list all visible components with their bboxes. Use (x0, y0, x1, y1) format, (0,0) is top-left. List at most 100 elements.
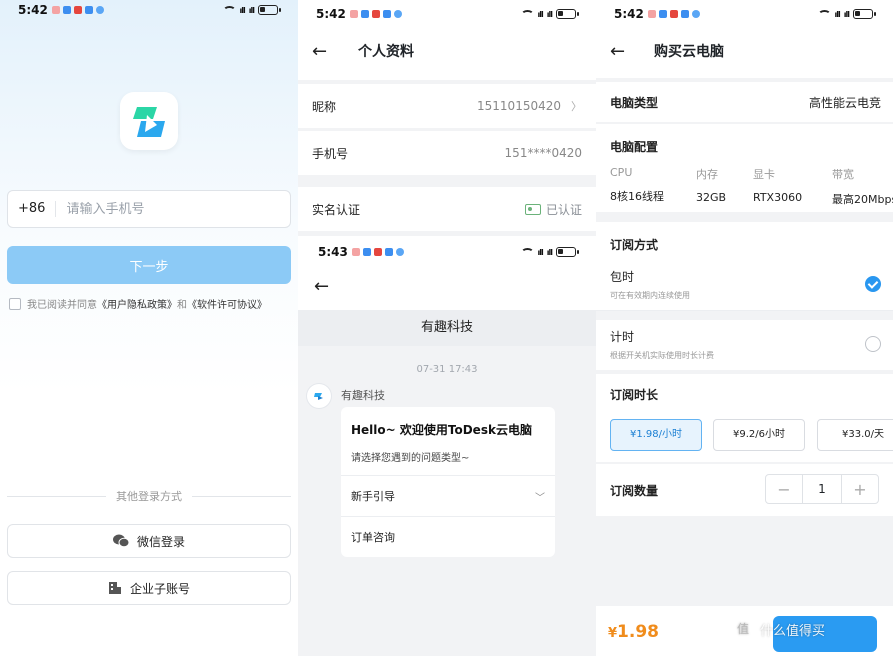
watermark-logo-icon: 值 (732, 618, 754, 640)
wechat-login-label: 微信登录 (136, 534, 185, 549)
license-link[interactable]: 《软件许可协议》 (187, 296, 267, 311)
wifi-icon (520, 9, 534, 19)
spec-cpu: CPU 8核16线程 (610, 166, 664, 204)
battery-icon (258, 5, 281, 15)
watermark: 值 什么值得买 (732, 618, 825, 640)
todesk-avatar-icon (314, 393, 323, 400)
purchase-header: ← 购买云电脑 (596, 38, 893, 64)
country-code-selector[interactable]: +86 (8, 201, 57, 217)
enterprise-login-button[interactable]: 企业子账号 (7, 571, 291, 605)
notification-icons (350, 10, 402, 18)
computer-type-value: 高性能云电竞 (808, 96, 881, 110)
battery-icon (556, 247, 579, 257)
back-arrow-icon[interactable]: ← (610, 41, 625, 62)
plus-button[interactable]: + (842, 480, 878, 499)
spec-value: 最高20Mbps (832, 193, 893, 206)
battery-icon (556, 9, 579, 19)
nickname-value: 15110150420 (477, 99, 561, 113)
status-bar: 5:42 ıll ıll (596, 4, 893, 26)
greeting-text: Hello~ 欢迎使用ToDesk云电脑 (351, 423, 532, 437)
option-label: 订单咨询 (351, 531, 395, 544)
notification-icons (352, 248, 404, 256)
chevron-down-icon: ﹀ (535, 492, 545, 504)
system-icons: ıll ıll (520, 9, 579, 19)
plan-option-hourly[interactable]: ¥1.98/小时 (610, 419, 702, 451)
wifi-icon (222, 5, 236, 15)
nickname-row[interactable]: 昵称 15110150420 〉 (298, 84, 596, 128)
phone-input-field[interactable]: +86 (7, 190, 291, 228)
mode-title: 包时 (610, 270, 635, 284)
minus-button[interactable]: − (766, 480, 802, 499)
agreement-and: 和 (177, 300, 187, 311)
phone-input[interactable] (56, 201, 257, 217)
agreement-text: 我已阅读并同意 (27, 300, 97, 311)
price-amount: 1.98 (617, 622, 659, 642)
status-bar: 5:42 ıll ıll (0, 0, 298, 22)
config-section: 电脑配置 CPU 8核16线程 内存 32GB 显卡 RTX3060 带宽 最高… (596, 124, 893, 212)
phone-row: 手机号 151****0420 (298, 131, 596, 175)
back-arrow-icon[interactable]: ← (314, 276, 329, 297)
plan-option-day[interactable]: ¥33.0/天 (817, 419, 893, 451)
wechat-icon (112, 534, 129, 548)
privacy-policy-link[interactable]: 《用户隐私政策》 (97, 296, 177, 311)
watermark-text: 什么值得买 (760, 623, 826, 639)
mode-desc: 根据开关机实际使用时长计费 (610, 351, 714, 360)
profile-header: ← 个人资料 (298, 38, 596, 64)
chat-timestamp: 07-31 17:43 (416, 364, 478, 375)
bot-avatar (307, 384, 331, 408)
status-time: 5:42 (614, 7, 644, 21)
quantity-label: 订阅数量 (610, 484, 659, 498)
option-order-inquiry[interactable]: 订单咨询 (341, 516, 555, 557)
prompt-text: 请选择您遇到的问题类型~ (351, 453, 470, 464)
option-label: 新手引导 (351, 490, 395, 503)
currency-symbol: ¥ (608, 626, 618, 641)
signal-icon: ıll (537, 247, 544, 257)
agreement-row: 我已阅读并同意 《用户隐私政策》 和 《软件许可协议》 (9, 296, 267, 311)
sub-mode-header: 订阅方式 (596, 222, 893, 260)
spec-value: 8核16线程 (610, 190, 664, 203)
radio-checked-icon[interactable] (865, 276, 881, 292)
mode-title: 计时 (610, 330, 635, 344)
quantity-value[interactable]: 1 (802, 475, 842, 503)
phone-label: 手机号 (312, 146, 349, 161)
spec-bandwidth: 带宽 最高20Mbps (832, 166, 893, 207)
chat-title: 有趣科技 (298, 310, 596, 346)
verified-label: 已认证 (545, 202, 582, 217)
status-time: 5:42 (18, 3, 48, 17)
radio-unchecked-icon[interactable] (865, 336, 881, 352)
spec-value: 32GB (696, 191, 727, 204)
spec-key: 内存 (696, 168, 718, 181)
status-bar: 5:43 ıll ıll (298, 242, 596, 264)
status-bar: 5:42 ıll ıll (298, 4, 596, 26)
plan-option-6h[interactable]: ¥9.2/6小时 (713, 419, 805, 451)
duration-label: 订阅时长 (610, 388, 659, 402)
quantity-stepper[interactable]: − 1 + (765, 474, 879, 504)
config-label: 电脑配置 (610, 140, 659, 154)
system-icons: ıll ıll (222, 5, 281, 15)
verified-status: 已认证 (524, 201, 582, 218)
id-card-icon (524, 203, 541, 215)
back-arrow-icon[interactable]: ← (312, 41, 327, 62)
other-login-label: 其他登录方式 (116, 490, 182, 503)
agreement-checkbox[interactable] (9, 297, 21, 310)
phone-value: 151****0420 (504, 146, 582, 160)
next-button[interactable]: 下一步 (7, 246, 291, 284)
realname-row[interactable]: 实名认证 已认证 (298, 187, 596, 231)
status-time: 5:42 (316, 7, 346, 21)
option-beginner-guide[interactable]: 新手引导 ﹀ (341, 475, 555, 516)
mode-metered[interactable]: 计时 根据开关机实际使用时长计费 (596, 320, 893, 370)
page-title: 个人资料 (358, 44, 414, 60)
wechat-login-button[interactable]: 微信登录 (7, 524, 291, 558)
system-icons: ıll ıll (520, 247, 579, 257)
mode-hourly-package[interactable]: 包时 可在有效期内连续使用 (596, 260, 893, 310)
chevron-right-icon: 〉 (571, 100, 582, 113)
signal-icon-2: ıll (248, 5, 255, 15)
spec-key: CPU (610, 166, 633, 179)
total-price: ¥1.98 (608, 622, 659, 642)
notification-icons (52, 6, 104, 14)
computer-type-label: 电脑类型 (610, 96, 659, 110)
spec-key: 显卡 (753, 168, 775, 181)
system-icons: ıll ıll (817, 9, 876, 19)
login-screen: 5:42 ıll ıll +86 下一步 我已阅读并同意 《用户隐私政策》 和 … (0, 0, 298, 656)
sub-mode-label: 订阅方式 (610, 238, 659, 252)
